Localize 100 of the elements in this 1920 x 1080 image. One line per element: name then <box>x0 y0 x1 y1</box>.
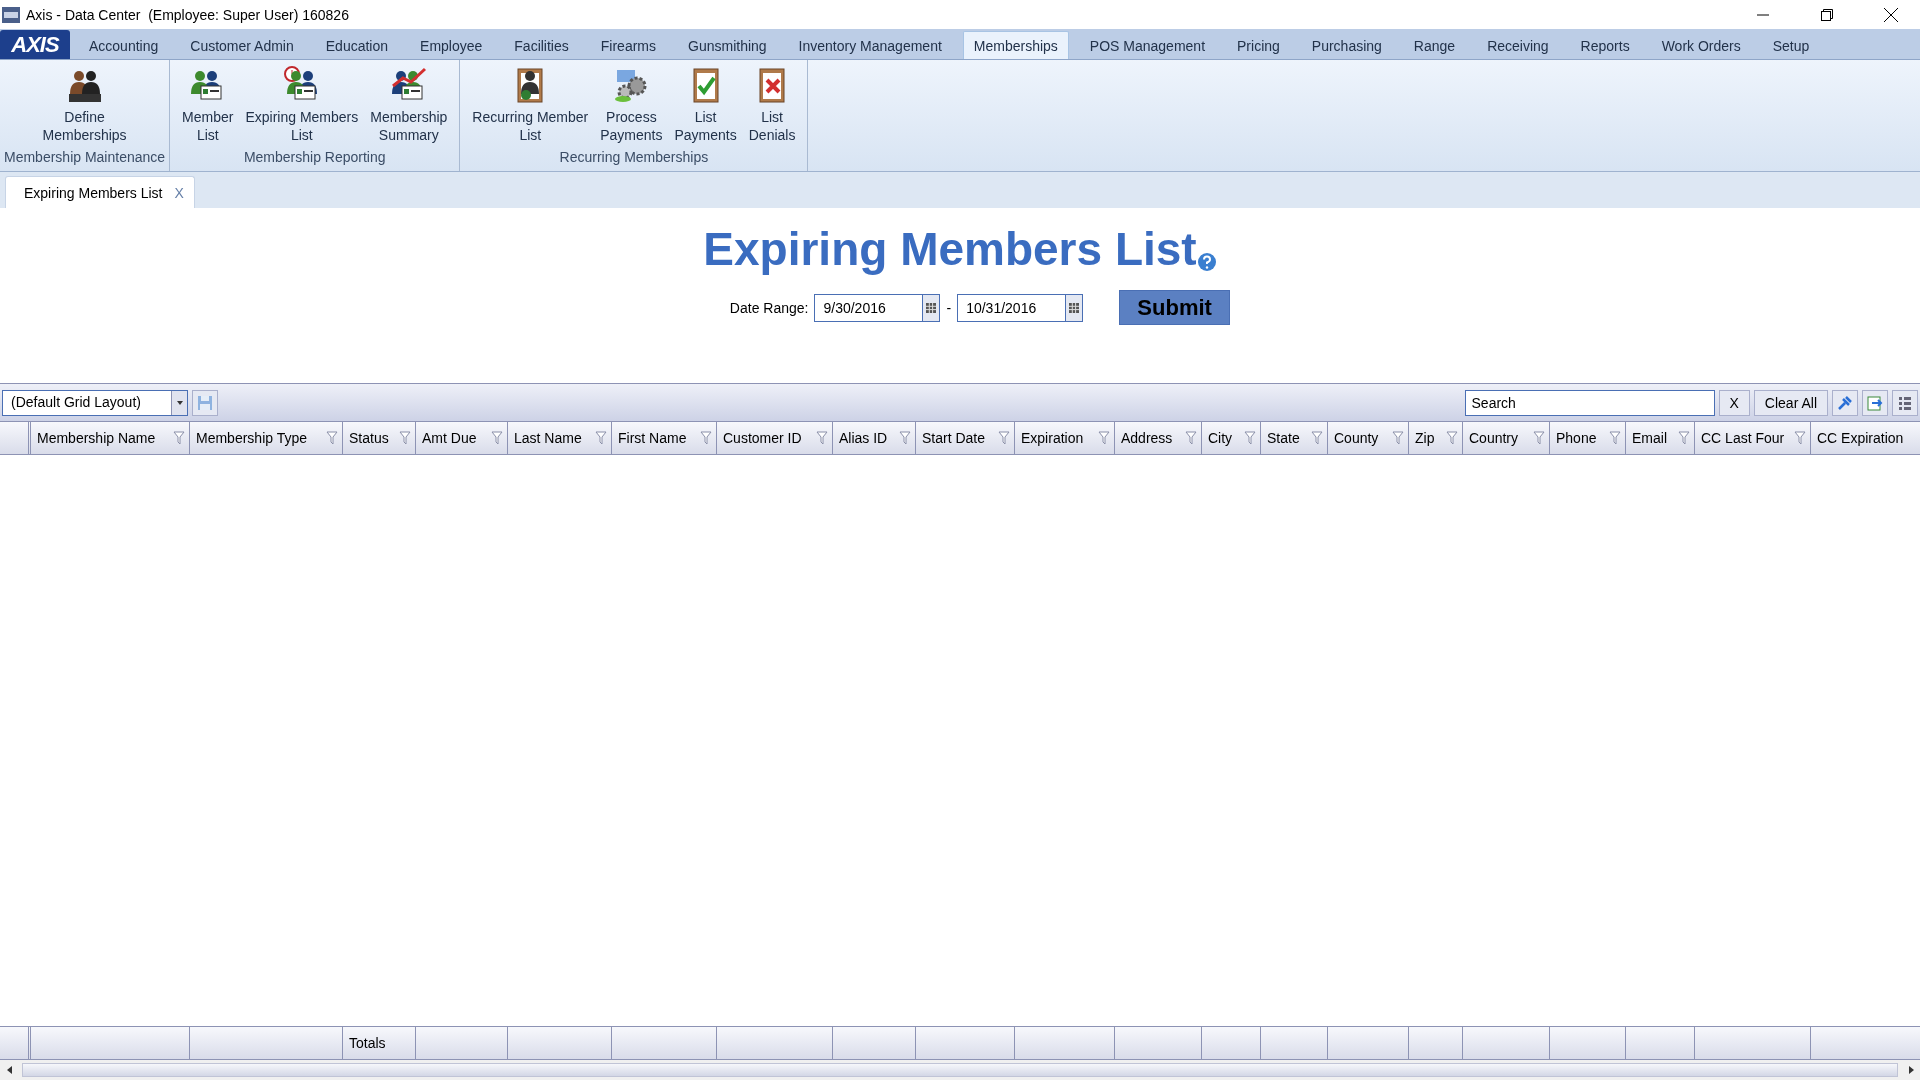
filter-icon[interactable] <box>1185 431 1197 445</box>
filter-icon[interactable] <box>1678 431 1690 445</box>
menu-tab[interactable]: Facilities <box>503 31 580 59</box>
search-field[interactable]: Search <box>1464 389 1715 416</box>
column-header[interactable]: Start Date <box>916 422 1015 454</box>
left-arrow-icon <box>6 1066 12 1074</box>
filter-icon[interactable] <box>173 431 185 445</box>
help-icon[interactable] <box>1196 252 1217 272</box>
filter-icon[interactable] <box>1446 431 1458 445</box>
column-header[interactable]: Zip <box>1409 422 1463 454</box>
calendar-icon <box>926 302 937 313</box>
column-header[interactable]: Address <box>1115 422 1202 454</box>
column-header[interactable]: CC Last Four <box>1695 422 1811 454</box>
filter-icon[interactable] <box>1098 431 1110 445</box>
start-date-field[interactable]: 9/30/2016 <box>814 293 923 322</box>
filter-icon[interactable] <box>326 431 338 445</box>
menu-tab[interactable]: Setup <box>1761 31 1821 59</box>
caret-icon <box>176 400 183 405</box>
logo: AXIS <box>0 30 70 59</box>
close-tab-icon[interactable]: X <box>174 184 184 201</box>
window-title: Axis - Data Center (Employee: Super User) 160826 <box>26 6 349 23</box>
menu-tab[interactable]: Reports <box>1569 31 1641 59</box>
ribbon-button[interactable]: Recurring Member List <box>466 66 595 149</box>
menu-tab[interactable]: Employee <box>409 31 494 59</box>
column-header[interactable]: Membership Name <box>31 422 190 454</box>
calendar-button[interactable] <box>1065 293 1084 322</box>
menu-tab[interactable]: Education <box>314 31 400 59</box>
column-header[interactable]: Membership Type <box>190 422 343 454</box>
menu-tab[interactable]: Gunsmithing <box>677 31 778 59</box>
ribbon-button[interactable]: List Denials <box>742 66 802 149</box>
column-header[interactable]: Email <box>1626 422 1695 454</box>
menu-tab[interactable]: Inventory Management <box>787 31 953 59</box>
menu-tab[interactable]: Customer Admin <box>179 31 305 59</box>
column-header[interactable]: Status <box>343 422 416 454</box>
columns-icon <box>1897 394 1913 411</box>
menu-tab[interactable]: POS Management <box>1078 31 1216 59</box>
menu-tab[interactable]: Range <box>1402 31 1467 59</box>
filter-icon[interactable] <box>491 431 503 445</box>
column-header[interactable]: Expiration <box>1015 422 1115 454</box>
column-header[interactable]: Amt Due <box>416 422 508 454</box>
filter-icon[interactable] <box>595 431 607 445</box>
filter-icon[interactable] <box>700 431 712 445</box>
menu-tab[interactable]: Receiving <box>1476 31 1560 59</box>
app-icon <box>2 6 20 23</box>
clear-all-button[interactable]: Clear All <box>1753 389 1828 416</box>
ribbon-button[interactable]: Membership Summary <box>364 66 454 149</box>
filter-icon[interactable] <box>1533 431 1545 445</box>
ribbon-button[interactable]: Expiring Members List <box>239 66 365 149</box>
filter-icon[interactable] <box>1244 431 1256 445</box>
export-button[interactable] <box>1862 389 1888 416</box>
filter-icon[interactable] <box>1794 431 1806 445</box>
menu-tab[interactable]: Work Orders <box>1650 31 1752 59</box>
filter-icon[interactable] <box>1392 431 1404 445</box>
column-header[interactable]: Alias ID <box>833 422 916 454</box>
column-header[interactable]: Last Name <box>508 422 612 454</box>
pin-button[interactable] <box>1832 389 1858 416</box>
ribbon-group-title: Membership Reporting <box>242 149 387 167</box>
page-heading: Expiring Members List <box>703 222 1197 276</box>
filter-icon[interactable] <box>1311 431 1323 445</box>
clear-search-button[interactable]: X <box>1718 389 1750 416</box>
right-arrow-icon <box>1908 1066 1914 1074</box>
column-header[interactable]: Customer ID <box>717 422 833 454</box>
menu-tab[interactable]: Purchasing <box>1300 31 1393 59</box>
menu-tab[interactable]: Pricing <box>1226 31 1291 59</box>
column-header[interactable]: County <box>1328 422 1409 454</box>
filter-icon[interactable] <box>998 431 1010 445</box>
ribbon-button[interactable]: List Payments <box>668 66 743 149</box>
column-header[interactable]: CC Expiration <box>1811 422 1920 454</box>
filter-icon[interactable] <box>1609 431 1621 445</box>
ribbon-group-title: Membership Maintenance <box>3 149 167 167</box>
date-range-label: Date Range: <box>729 299 809 316</box>
column-header[interactable]: Phone <box>1550 422 1626 454</box>
filter-icon[interactable] <box>899 431 911 445</box>
filter-icon[interactable] <box>399 431 411 445</box>
submit-button[interactable]: Submit <box>1119 290 1231 325</box>
document-tab[interactable]: Expiring Members List X <box>5 176 195 208</box>
ribbon-button[interactable]: Define Memberships <box>36 66 133 149</box>
calendar-icon <box>1069 302 1080 313</box>
column-header[interactable]: First Name <box>612 422 717 454</box>
menu-tab[interactable]: Memberships <box>962 31 1069 59</box>
column-header[interactable]: Country <box>1463 422 1550 454</box>
restore-icon <box>1821 8 1833 21</box>
column-header[interactable]: State <box>1261 422 1328 454</box>
columns-button[interactable] <box>1892 389 1918 416</box>
grid-layout-dropdown[interactable]: (Default Grid Layout) <box>2 389 188 416</box>
pin-icon <box>1837 394 1853 411</box>
close-icon <box>1884 7 1898 22</box>
menu-tab[interactable]: Firearms <box>589 31 667 59</box>
ribbon-button[interactable]: Process Payments <box>594 66 669 149</box>
totals-label: Totals <box>349 1035 386 1051</box>
ribbon-group-title: Recurring Memberships <box>558 149 710 167</box>
export-icon <box>1867 394 1883 411</box>
menu-tab[interactable]: Accounting <box>78 31 170 59</box>
ribbon-button[interactable]: Member List <box>176 66 240 149</box>
scrollbar-thumb[interactable] <box>22 1063 1898 1077</box>
end-date-field[interactable]: 10/31/2016 <box>957 293 1066 322</box>
calendar-button[interactable] <box>922 293 941 322</box>
save-button[interactable] <box>192 389 218 416</box>
column-header[interactable]: City <box>1202 422 1261 454</box>
filter-icon[interactable] <box>816 431 828 445</box>
